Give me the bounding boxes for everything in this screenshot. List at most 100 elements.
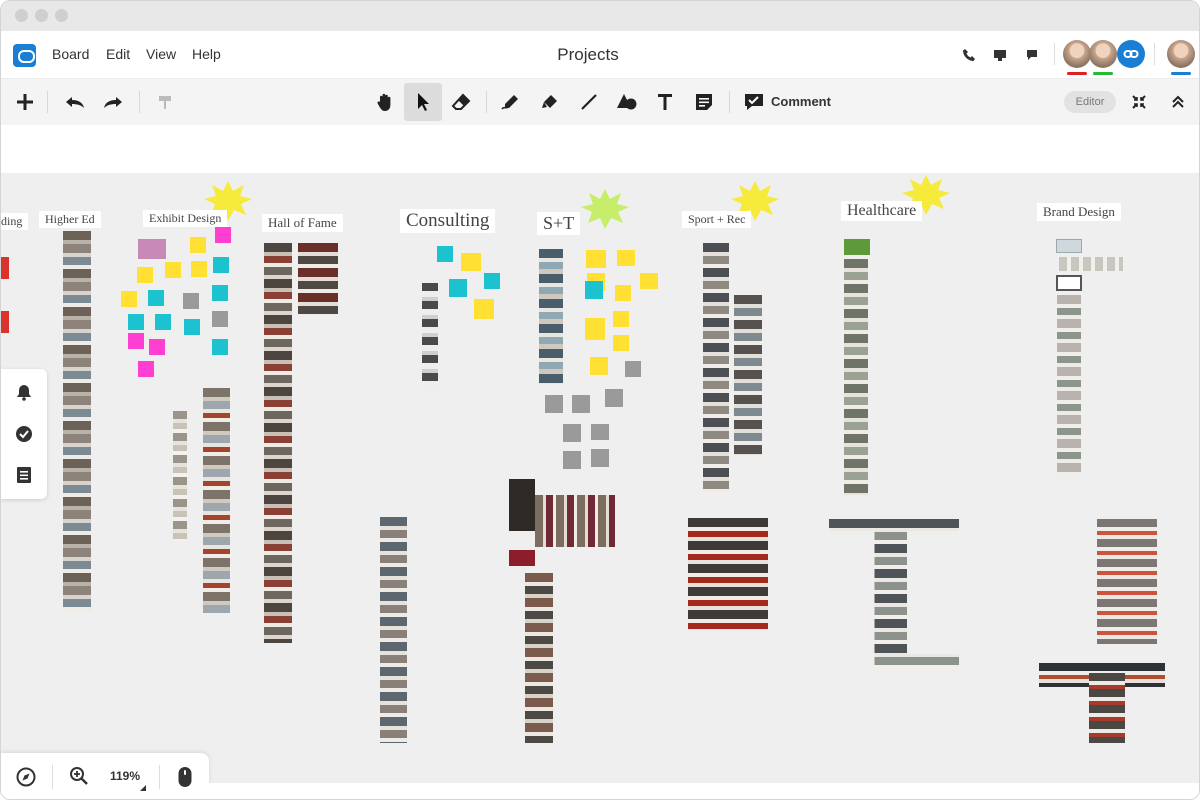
image-column[interactable] <box>525 573 553 743</box>
maximize-window-button[interactable] <box>55 9 68 22</box>
close-window-button[interactable] <box>15 9 28 22</box>
sticky-note[interactable] <box>605 389 623 407</box>
column-label[interactable]: Hall of Fame <box>262 214 343 232</box>
undo-button[interactable] <box>62 89 88 115</box>
sticky-note[interactable] <box>148 290 164 306</box>
sticky-note[interactable] <box>585 318 605 340</box>
image-group[interactable] <box>688 518 768 630</box>
collaborator-avatar[interactable] <box>1063 40 1091 68</box>
screen-share-icon[interactable] <box>993 48 1007 62</box>
sticky-note[interactable] <box>212 311 228 327</box>
board-image[interactable] <box>1 257 9 279</box>
pen-tool-button[interactable] <box>498 89 524 115</box>
image-group[interactable] <box>1059 257 1123 271</box>
zoom-in-icon[interactable] <box>69 766 89 786</box>
list-icon[interactable] <box>15 466 33 484</box>
current-user-avatar[interactable] <box>1167 40 1195 68</box>
sticky-note[interactable] <box>128 333 144 349</box>
column-label[interactable]: Higher Ed <box>39 211 101 228</box>
comment-tool-label[interactable]: Comment <box>771 94 831 109</box>
eraser-tool-button[interactable] <box>448 89 474 115</box>
image-column[interactable] <box>1089 673 1125 743</box>
minimize-window-button[interactable] <box>35 9 48 22</box>
redo-button[interactable] <box>100 89 126 115</box>
board-image[interactable] <box>509 479 535 531</box>
image-column[interactable] <box>380 517 407 743</box>
sticky-note[interactable] <box>572 395 590 413</box>
compass-icon[interactable] <box>16 767 36 787</box>
image-group[interactable] <box>298 243 338 315</box>
board-canvas[interactable]: ding Higher Ed Exhibit Design Hall of Fa… <box>1 173 1199 783</box>
collapse-toolbar-button[interactable] <box>1165 89 1191 115</box>
board-image[interactable] <box>1056 275 1082 291</box>
fit-to-screen-button[interactable] <box>1126 89 1152 115</box>
sticky-note[interactable] <box>591 424 609 440</box>
sticky-note[interactable] <box>190 237 206 253</box>
sticky-note[interactable] <box>484 273 500 289</box>
phone-icon[interactable] <box>962 48 976 62</box>
bell-icon[interactable] <box>15 383 33 401</box>
sticky-note[interactable] <box>183 293 199 309</box>
sticky-note[interactable] <box>165 262 181 278</box>
check-circle-icon[interactable] <box>15 425 33 443</box>
image-column[interactable] <box>264 243 292 643</box>
sticky-note[interactable] <box>585 281 603 299</box>
column-label[interactable]: Brand Design <box>1037 203 1121 221</box>
image-column[interactable] <box>844 259 868 495</box>
image-group[interactable] <box>1097 519 1157 644</box>
mouse-icon[interactable] <box>177 766 193 788</box>
sticky-note[interactable] <box>215 227 231 243</box>
board-image[interactable] <box>1056 239 1082 253</box>
sticky-note[interactable] <box>545 395 563 413</box>
sticky-note[interactable] <box>137 267 153 283</box>
image-column[interactable] <box>422 283 438 387</box>
sticky-note[interactable] <box>437 246 453 262</box>
image-group[interactable] <box>535 495 615 547</box>
dropdown-triangle-icon[interactable] <box>140 785 146 791</box>
line-tool-button[interactable] <box>576 89 602 115</box>
comment-tool-button[interactable] <box>741 89 767 115</box>
sticky-note[interactable] <box>212 285 228 301</box>
sticky-note-tool-button[interactable] <box>691 89 717 115</box>
add-button[interactable] <box>12 89 38 115</box>
sticky-note[interactable] <box>138 361 154 377</box>
starburst-shape[interactable] <box>581 188 629 230</box>
image-column[interactable] <box>1057 295 1081 475</box>
zoom-level[interactable]: 119% <box>110 769 140 783</box>
sticky-note[interactable] <box>184 319 200 335</box>
image-column[interactable] <box>703 243 729 493</box>
sticky-note[interactable] <box>128 314 144 330</box>
sticky-note[interactable] <box>213 257 229 273</box>
select-tool-button[interactable] <box>404 83 442 121</box>
sticky-note[interactable] <box>625 361 641 377</box>
sticky-note[interactable] <box>613 311 629 327</box>
text-tool-button[interactable] <box>652 89 678 115</box>
sticky-note[interactable] <box>586 250 606 268</box>
column-label[interactable]: Healthcare <box>841 201 923 221</box>
collaborator-avatar[interactable] <box>1089 40 1117 68</box>
image-column[interactable] <box>63 231 91 611</box>
share-link-button[interactable] <box>1117 40 1145 68</box>
image-column[interactable] <box>173 411 187 541</box>
sticky-note[interactable] <box>590 357 608 375</box>
sticky-note[interactable] <box>191 261 207 277</box>
sticky-note[interactable] <box>138 239 166 259</box>
sticky-note[interactable] <box>615 285 631 301</box>
highlighter-tool-button[interactable] <box>537 89 563 115</box>
board-image[interactable] <box>1 311 9 333</box>
column-label[interactable]: ding <box>1 213 29 230</box>
sticky-note[interactable] <box>474 299 494 319</box>
chat-icon[interactable] <box>1025 48 1039 62</box>
pan-tool-button[interactable] <box>372 89 398 115</box>
column-label[interactable]: Exhibit Design <box>143 210 228 227</box>
sticky-note[interactable] <box>640 273 658 289</box>
column-label[interactable]: S+T <box>537 212 581 235</box>
image-column[interactable] <box>203 388 230 613</box>
column-label[interactable]: Consulting <box>400 209 496 233</box>
sticky-note[interactable] <box>212 339 228 355</box>
sticky-note[interactable] <box>617 250 635 266</box>
column-label[interactable]: Sport + Rec <box>682 211 752 228</box>
board-image[interactable] <box>509 550 535 566</box>
sticky-note[interactable] <box>563 451 581 469</box>
board-image[interactable] <box>844 239 870 255</box>
